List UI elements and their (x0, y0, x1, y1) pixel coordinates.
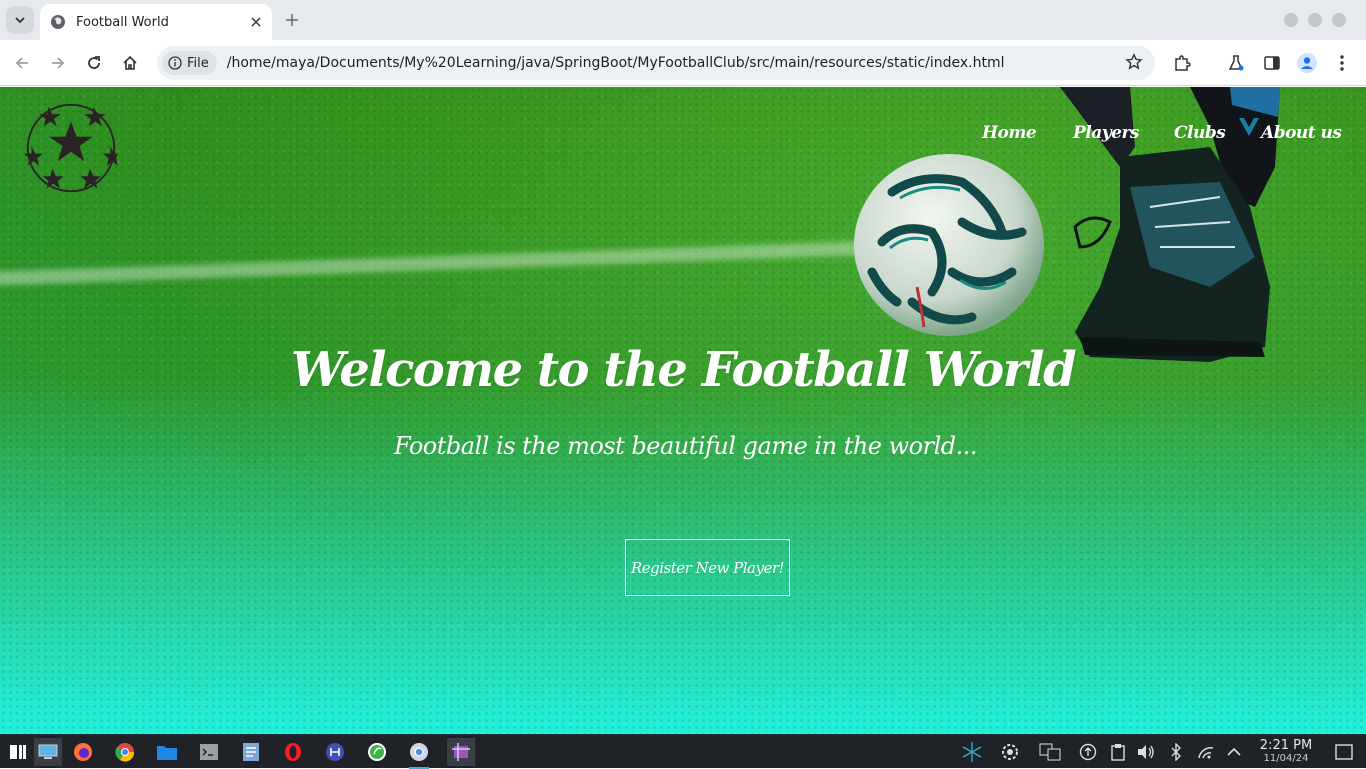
bluetooth-icon (1171, 743, 1181, 761)
close-tab-icon[interactable] (246, 12, 266, 32)
maximize-button[interactable] (1308, 13, 1322, 27)
tray-updates[interactable] (1074, 738, 1102, 766)
screenshot-icon (452, 743, 470, 761)
url-text[interactable]: /home/maya/Documents/My%20Learning/java/… (227, 55, 1005, 71)
volume-icon (1138, 745, 1154, 759)
tray-volume[interactable] (1132, 738, 1160, 766)
reload-icon (88, 56, 100, 69)
starball-logo-icon[interactable] (24, 101, 118, 195)
nav-players[interactable]: Players (1073, 123, 1139, 143)
close-window-button[interactable] (1332, 13, 1346, 27)
side-panel-icon (1264, 56, 1280, 70)
globe-icon (51, 15, 65, 29)
browser-menu-button[interactable] (1328, 49, 1356, 77)
nav-home[interactable]: Home (982, 123, 1037, 143)
reload-button[interactable] (80, 49, 108, 77)
football-world-page: Home Players Clubs About us Welcome to t… (0, 87, 1366, 734)
clock-date: 11/04/24 (1263, 753, 1309, 764)
start-menu-button[interactable] (4, 738, 32, 766)
browser-toolbar: File /home/maya/Documents/My%20Learning/… (0, 40, 1366, 86)
chromium-icon (410, 743, 428, 761)
hero-subtitle: Football is the most beautiful game in t… (393, 432, 978, 460)
new-tab-button[interactable] (280, 8, 304, 32)
tray-expand[interactable] (1220, 738, 1248, 766)
chrome-icon (115, 743, 135, 762)
tray-wifi[interactable] (1192, 738, 1220, 766)
wifi-icon (1198, 747, 1214, 759)
browser-tab[interactable]: Football World (40, 4, 272, 40)
files-launcher[interactable] (153, 738, 181, 766)
home-button[interactable] (116, 49, 144, 77)
brand-logo-icon (1239, 118, 1259, 136)
profile-button[interactable] (1293, 49, 1321, 77)
chevron-up-icon (1227, 747, 1241, 756)
minimize-button[interactable] (1284, 13, 1298, 27)
tab-title: Football World (76, 14, 169, 30)
chevron-down-icon (15, 17, 25, 24)
gear-icon (1002, 744, 1018, 760)
site-info-chip[interactable]: File (162, 51, 217, 75)
tray-network-app[interactable] (958, 738, 986, 766)
opera-launcher[interactable] (279, 738, 307, 766)
opera-icon (285, 743, 301, 761)
tray-bluetooth[interactable] (1162, 738, 1190, 766)
terminal-launcher[interactable] (195, 738, 223, 766)
nav-about-us[interactable]: About us (1261, 123, 1342, 143)
tab-search-button[interactable] (6, 6, 34, 34)
taskbar-clock[interactable]: 2:21 PM 11/04/24 (1254, 739, 1318, 765)
folder-icon (157, 746, 177, 760)
green-app-icon (368, 743, 386, 761)
desktop-peek-icon (1335, 744, 1353, 760)
bookmark-star-icon[interactable] (1125, 53, 1143, 75)
flask-icon (1228, 55, 1244, 71)
extensions-button[interactable] (1168, 49, 1196, 77)
app-launcher[interactable] (321, 738, 349, 766)
firefox-icon (74, 743, 92, 761)
kebab-menu-icon (1340, 55, 1344, 71)
show-desktop-corner[interactable] (1330, 738, 1358, 766)
terminal-icon (200, 744, 218, 760)
browser-tab-bar: Football World (0, 0, 1366, 40)
labs-button[interactable] (1222, 49, 1250, 77)
firefox-launcher[interactable] (69, 738, 97, 766)
green-app-launcher[interactable] (363, 738, 391, 766)
app-icon (326, 743, 344, 761)
side-panel-button[interactable] (1258, 49, 1286, 77)
info-icon (168, 56, 182, 70)
hero-title: Welcome to the Football World (290, 342, 1077, 398)
register-new-player-button[interactable]: Register New Player! (625, 539, 790, 596)
football-image (854, 154, 1044, 336)
clock-time: 2:21 PM (1259, 738, 1313, 753)
nav-clubs[interactable]: Clubs (1174, 123, 1226, 143)
start-menu-icon (10, 745, 26, 759)
plus-icon (286, 14, 298, 26)
tray-clipboard[interactable] (1104, 738, 1132, 766)
forward-button[interactable] (44, 49, 72, 77)
notes-icon (243, 743, 259, 761)
screenshot-launcher[interactable] (447, 738, 475, 766)
address-bar[interactable]: File /home/maya/Documents/My%20Learning/… (157, 46, 1155, 80)
update-icon (1079, 743, 1097, 761)
site-info-label: File (187, 55, 209, 71)
arrow-right-icon (52, 57, 65, 69)
tray-settings[interactable] (996, 738, 1024, 766)
chromium-launcher[interactable] (405, 738, 433, 769)
back-button[interactable] (8, 49, 36, 77)
desktop-icon (38, 744, 58, 759)
puzzle-icon (1175, 55, 1191, 71)
snowflake-icon (962, 742, 982, 762)
clipboard-icon (1111, 744, 1125, 761)
arrow-left-icon (15, 57, 28, 69)
home-icon (123, 55, 137, 70)
show-desktop-button[interactable] (34, 738, 62, 766)
notes-launcher[interactable] (237, 738, 265, 766)
profile-avatar-icon (1297, 53, 1317, 73)
tray-translate[interactable] (1036, 738, 1064, 766)
translate-icon (1039, 743, 1061, 761)
chrome-launcher[interactable] (111, 738, 139, 766)
window-controls (1284, 13, 1346, 27)
os-taskbar: 2:21 PM 11/04/24 (0, 734, 1366, 769)
